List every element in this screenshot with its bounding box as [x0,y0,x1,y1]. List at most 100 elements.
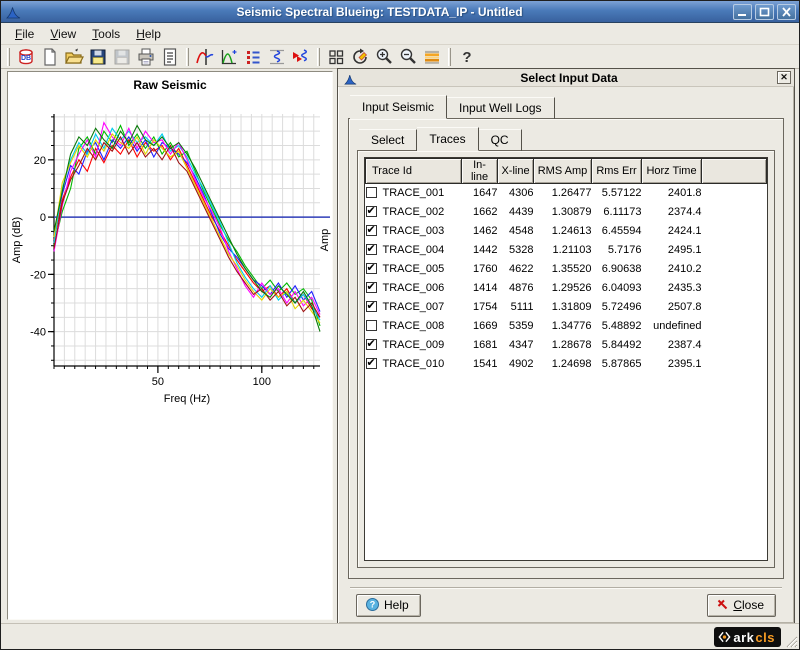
save-icon[interactable] [86,46,110,68]
trace-checkbox[interactable] [366,225,377,236]
trace-checkbox[interactable] [366,244,377,255]
print-icon[interactable] [134,46,158,68]
zoom-out-icon[interactable] [396,46,420,68]
minimize-button[interactable] [733,4,752,20]
cell-rms_amp: 1.30879 [534,203,592,222]
trace-checkbox[interactable] [366,282,377,293]
refresh-icon[interactable] [348,46,372,68]
raw-seismic-chart[interactable]: 50100-40-20020Freq (Hz)Amp (dB)Amp [8,94,332,414]
maximize-button[interactable] [755,4,774,20]
table-row[interactable]: TRACE_007175451111.318095.724962507.8 [366,298,767,317]
trace-id-label: TRACE_007 [383,301,445,313]
close-button[interactable] [777,4,796,20]
trace-checkbox[interactable] [366,358,377,369]
zoom-in-icon[interactable] [372,46,396,68]
cell-rms_err: 5.57122 [592,184,642,203]
col-x-line[interactable]: X-line [498,159,534,184]
trace-list-view[interactable]: Trace Id In-line X-line RMS Amp Rms Err … [364,157,768,561]
menu-help[interactable]: Help [128,25,169,43]
statusbar: ark cls [1,623,799,649]
col-rms-amp[interactable]: RMS Amp [534,159,592,184]
col-trace-id[interactable]: Trace Id [366,159,462,184]
svg-text:Amp (dB): Amp (dB) [11,217,23,263]
dialog-title: Select Input Data [361,71,777,85]
col-in-line[interactable]: In-line [462,159,498,184]
table-row[interactable]: TRACE_009168143471.286785.844922387.4 [366,336,767,355]
help-button[interactable]: ? Help [356,594,421,617]
table-row[interactable]: TRACE_005176046221.355206.906382410.2 [366,260,767,279]
toolbar-grip [448,48,451,66]
spectrum-plot-icon[interactable] [193,46,217,68]
menu-file[interactable]: File [7,25,42,43]
help-icon[interactable]: ? [455,46,479,68]
report-icon[interactable] [158,46,182,68]
cell-in_line: 1462 [462,222,498,241]
table-row[interactable]: TRACE_002166244391.308796.111732374.4 [366,203,767,222]
resize-grip[interactable] [784,634,798,648]
col-horz-time[interactable]: Horz Time [642,159,702,184]
cell-horz_time: 2387.4 [642,336,702,355]
cell-horz_time: 2507.8 [642,298,702,317]
new-document-icon[interactable] [38,46,62,68]
svg-text:100: 100 [253,376,271,388]
cell-rms_err: 6.90638 [592,260,642,279]
save-as-icon[interactable] [110,46,134,68]
menu-tools[interactable]: Tools [84,25,128,43]
cell-horz_time: 2401.8 [642,184,702,203]
cell-horz_time: 2374.4 [642,203,702,222]
open-icon[interactable] [62,46,86,68]
cell-rms_amp: 1.26477 [534,184,592,203]
cell-horz_time: 2495.1 [642,241,702,260]
trace-id-label: TRACE_005 [383,263,445,275]
cell-rms_amp: 1.28678 [534,336,592,355]
trace-id-label: TRACE_006 [383,282,445,294]
table-row[interactable]: TRACE_001164743061.264775.571222401.8 [366,184,767,203]
tab-input-seismic[interactable]: Input Seismic [350,95,447,119]
table-header-row: Trace Id In-line X-line RMS Amp Rms Err … [366,159,767,184]
svg-text:-20: -20 [30,269,46,281]
tab-traces[interactable]: Traces [417,127,478,151]
dialog-close-button[interactable]: ✕ [777,71,791,84]
table-row[interactable]: TRACE_008166953591.347765.48892undefined [366,317,767,336]
menu-view[interactable]: View [42,25,84,43]
trace-checkbox[interactable] [366,206,377,217]
app-window: Seismic Spectral Blueing: TESTDATA_IP - … [0,0,800,650]
select-input-data-dialog: Select Input Data ✕ Input Seismic Input … [337,68,795,624]
peak-plot-icon[interactable] [217,46,241,68]
traces-frame: Trace Id In-line X-line RMS Amp Rms Err … [357,150,775,568]
client-area: Raw Seismic 50100-40-20020Freq (Hz)Amp (… [1,69,799,623]
close-button-label: Close [733,598,764,612]
col-rms-err[interactable]: Rms Err [592,159,642,184]
logo-text-cls: cls [755,631,775,644]
trace-checkbox[interactable] [366,301,377,312]
cell-horz_time: 2395.1 [642,355,702,374]
trace-checkbox[interactable] [366,187,377,198]
svg-text:50: 50 [152,376,164,388]
trace-checkbox[interactable] [366,263,377,274]
tab-qc[interactable]: QC [479,129,522,151]
table-row[interactable]: TRACE_010154149021.246985.878652395.1 [366,355,767,374]
table-row[interactable]: TRACE_004144253281.211035.71762495.1 [366,241,767,260]
trace-checkbox[interactable] [366,339,377,350]
seismic-section-icon[interactable] [420,46,444,68]
table-row[interactable]: TRACE_003146245481.246136.455942424.1 [366,222,767,241]
close-dialog-button[interactable]: Close [707,594,776,617]
help-question-icon: ? [366,598,379,611]
arkcls-diamond-icon [717,629,732,645]
database-icon[interactable]: DB [14,46,38,68]
tile-windows-icon[interactable] [324,46,348,68]
wavelet-extract-icon[interactable] [289,46,313,68]
trace-checkbox[interactable] [366,320,377,331]
trace-id-label: TRACE_002 [383,206,445,218]
trace-list-icon[interactable] [241,46,265,68]
cell-rms_amp: 1.21103 [534,241,592,260]
cell-in_line: 1754 [462,298,498,317]
cell-rms_err: 5.84492 [592,336,642,355]
table-row[interactable]: TRACE_006141448761.295266.040932435.3 [366,279,767,298]
seismic-subtabs: Select Traces QC [357,127,775,151]
wavelet-icon[interactable] [265,46,289,68]
arkcls-logo: ark cls [714,627,781,647]
cell-rms_err: 5.7176 [592,241,642,260]
tab-select[interactable]: Select [359,129,417,151]
tab-input-well-logs[interactable]: Input Well Logs [447,97,555,119]
